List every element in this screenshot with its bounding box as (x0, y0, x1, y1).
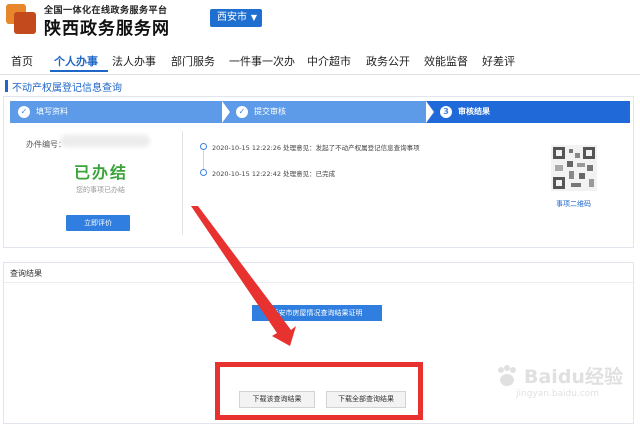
watermark-url: jingyan.baidu.com (516, 389, 600, 399)
step-label: 填写资料 (36, 107, 68, 116)
city-label: 西安市 (217, 12, 247, 23)
section-accent-bar (5, 80, 8, 92)
check-icon: ✓ (18, 106, 30, 118)
main-nav: 首页 个人办事 法人办事 部门服务 一件事一次办 中介超市 政务公开 效能监督 … (0, 48, 640, 72)
status-text: 已办结 (74, 163, 129, 182)
nav-item-home[interactable]: 首页 (11, 53, 33, 69)
evaluate-button[interactable]: 立即评价 (66, 215, 130, 231)
query-result-title: 查询结果 (10, 269, 42, 278)
qr-code-icon (551, 145, 597, 191)
section-title: 不动产权属登记信息查询 (12, 83, 122, 94)
city-select[interactable]: 西安市 ▼ (210, 9, 262, 27)
nav-item-personal[interactable]: 个人办事 (54, 53, 98, 69)
status-subtext: 您的事项已办结 (76, 186, 125, 194)
housing-certificate-button[interactable]: 西安市房屋情况查询结果证明 (252, 305, 382, 321)
site-logo[interactable] (6, 4, 38, 36)
step-separator (222, 101, 230, 123)
timeline-entry: 2020-10-15 12:22:42 处理意见：已完成 (212, 170, 336, 178)
query-result-divider (4, 282, 633, 283)
step-label: 审核结果 (458, 107, 490, 116)
nav-item-agency[interactable]: 中介超市 (307, 53, 351, 69)
page: 全国一体化在线政务服务平台 陕西政务服务网 西安市 ▼ 首页 个人办事 法人办事… (0, 0, 640, 424)
timeline-dot (200, 143, 207, 150)
step-fill-info: ✓ 填写资料 (10, 101, 222, 123)
nav-divider (0, 74, 640, 75)
section-header: 不动产权属登记信息查询 (0, 78, 640, 94)
case-number-redacted (60, 135, 150, 147)
watermark: Baidu经验 jingyan.baidu.com (494, 362, 634, 412)
step-number: 3 (440, 106, 452, 118)
step-separator (426, 101, 434, 123)
nav-active-indicator (50, 70, 108, 72)
step-label: 提交审核 (254, 107, 286, 116)
watermark-text: Baidu经验 (524, 366, 623, 388)
status-panel: ✓ 填写资料 ✓ 提交审核 3 审核结果 办件编号： 已办结 您的事项已办结 立… (3, 96, 634, 248)
brand-title[interactable]: 陕西政务服务网 (44, 14, 170, 39)
step-submit-review: ✓ 提交审核 (222, 101, 426, 123)
nav-item-one-thing[interactable]: 一件事一次办 (229, 53, 295, 69)
step-review-result: 3 审核结果 (426, 101, 630, 123)
site-header: 全国一体化在线政务服务平台 陕西政务服务网 西安市 ▼ (0, 0, 640, 42)
qr-code-caption[interactable]: 事项二维码 (556, 199, 591, 209)
paw-icon (498, 365, 516, 386)
nav-item-department[interactable]: 部门服务 (171, 53, 215, 69)
panel-divider (182, 131, 183, 235)
progress-steps: ✓ 填写资料 ✓ 提交审核 3 审核结果 (10, 101, 630, 123)
nav-item-corporate[interactable]: 法人办事 (112, 53, 156, 69)
chevron-down-icon: ▼ (250, 13, 257, 22)
nav-item-supervision[interactable]: 效能监督 (424, 53, 468, 69)
nav-item-public[interactable]: 政务公开 (366, 53, 410, 69)
check-icon: ✓ (236, 106, 248, 118)
annotation-highlight-box (215, 362, 423, 420)
nav-item-rating[interactable]: 好差评 (482, 53, 515, 69)
timeline-dot (200, 169, 207, 176)
timeline-entry: 2020-10-15 12:22:26 处理意见：发起了不动产权属登记信息查询事… (212, 144, 420, 152)
